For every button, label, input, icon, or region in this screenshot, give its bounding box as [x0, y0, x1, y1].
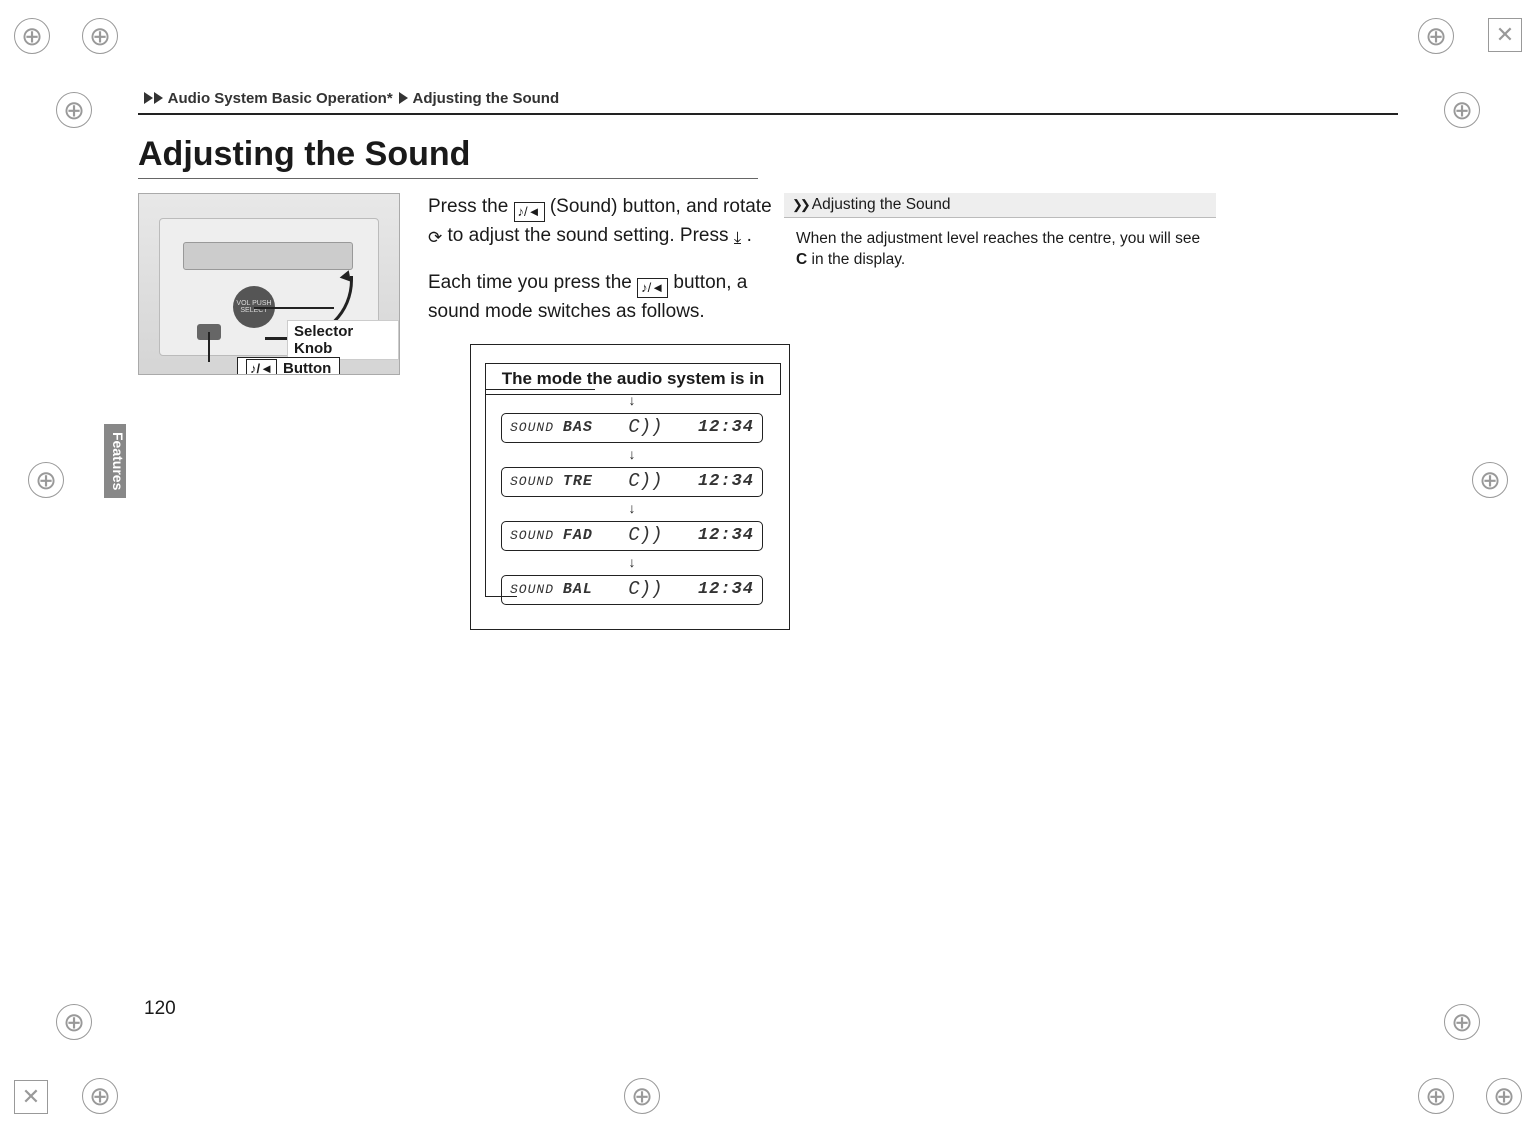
- flow-line: [485, 596, 517, 597]
- arrow-down-icon: [501, 449, 763, 461]
- breadcrumb: Audio System Basic Operation* Adjusting …: [144, 90, 1398, 107]
- arrow-down-icon: [501, 395, 763, 407]
- callout-sound-button: ♪/◄ Button: [237, 357, 340, 375]
- annotation-title: Adjusting the Sound: [784, 193, 1216, 218]
- annotation-body: When the adjustment level reaches the ce…: [784, 218, 1216, 271]
- divider: [138, 178, 758, 179]
- body-text: Press the ♪/◄ (Sound) button, and rotate…: [428, 193, 772, 631]
- rotate-icon: ⟳: [428, 226, 442, 251]
- chevron-icon: [792, 196, 812, 213]
- flow-line: [485, 389, 486, 598]
- lcd-row: SOUND FAD C)) 12:34: [501, 521, 763, 551]
- print-mark-icon: [82, 1078, 118, 1114]
- print-cross-icon: [1488, 18, 1522, 52]
- divider: [138, 113, 1398, 115]
- print-cross-icon: [14, 1080, 48, 1114]
- section-tab: Features: [104, 424, 126, 498]
- push-icon: ⤓: [734, 226, 742, 251]
- callout-button-text: Button: [283, 360, 331, 375]
- sound-button-icon: ♪/◄: [514, 202, 545, 222]
- print-mark-icon: [56, 1004, 92, 1040]
- mode-flow-diagram: The mode the audio system is in SOUND BA…: [470, 344, 790, 631]
- triangle-icon: [154, 92, 163, 104]
- print-mark-icon: [624, 1078, 660, 1114]
- callout-selector-knob: Selector Knob: [287, 320, 399, 360]
- print-mark-icon: [56, 92, 92, 128]
- callout-line: [208, 332, 210, 362]
- print-mark-icon: [14, 18, 50, 54]
- breadcrumb-part: Audio System Basic Operation*: [168, 90, 393, 107]
- print-mark-icon: [1418, 1078, 1454, 1114]
- lcd-row: SOUND BAS C)) 12:34: [501, 413, 763, 443]
- print-mark-icon: [1472, 462, 1508, 498]
- arrow-down-icon: [501, 557, 763, 569]
- print-mark-icon: [1444, 1004, 1480, 1040]
- lcd-row: SOUND BAL C)) 12:34: [501, 575, 763, 605]
- breadcrumb-part: Adjusting the Sound: [412, 90, 559, 107]
- page-number: 120: [144, 998, 176, 1020]
- audio-screen-graphic: [183, 242, 353, 270]
- print-mark-icon: [28, 462, 64, 498]
- print-mark-icon: [82, 18, 118, 54]
- flow-line: [485, 389, 595, 390]
- page-title: Adjusting the Sound: [138, 135, 1398, 174]
- arrow-down-icon: [501, 503, 763, 515]
- sound-button-icon: ♪/◄: [637, 278, 668, 298]
- section-tab-label: Features: [110, 432, 126, 490]
- print-mark-icon: [1444, 92, 1480, 128]
- lcd-row: SOUND TRE C)) 12:34: [501, 467, 763, 497]
- triangle-icon: [399, 92, 408, 104]
- triangle-icon: [144, 92, 153, 104]
- print-mark-icon: [1486, 1078, 1522, 1114]
- callout-line: [254, 307, 334, 309]
- annotation-box: Adjusting the Sound When the adjustment …: [784, 193, 1216, 271]
- audio-unit-figure: VOL PUSH SELECT Selector Knob ♪/◄ Button: [138, 193, 400, 375]
- sound-button-icon: ♪/◄: [246, 359, 277, 375]
- flow-start-node: The mode the audio system is in: [485, 363, 781, 396]
- print-mark-icon: [1418, 18, 1454, 54]
